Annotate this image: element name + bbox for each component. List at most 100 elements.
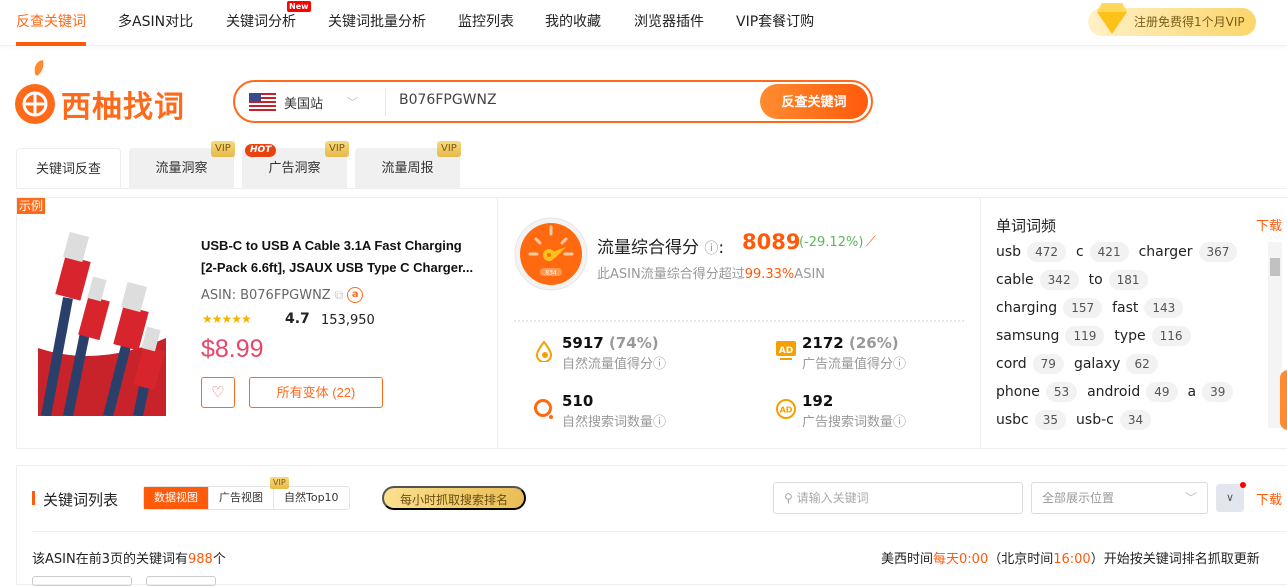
nav-monitor[interactable]: 监控列表 (458, 11, 514, 31)
word-item[interactable]: charger 367 (1139, 242, 1238, 262)
favorite-button[interactable]: ♡ (201, 377, 235, 408)
word-item[interactable]: c 421 (1076, 242, 1129, 262)
metric-label: 广告流量值得分 (802, 357, 894, 372)
new-badge: New (287, 1, 311, 12)
word-count: 62 (1126, 354, 1158, 374)
score-value: 8089 (742, 230, 801, 254)
trend-chart-icon[interactable]: ⟋ (866, 234, 876, 250)
nav-batch-analysis[interactable]: 关键词批量分析 (328, 11, 426, 31)
word: to (1088, 272, 1103, 288)
nav-vip[interactable]: VIP套餐订购 (736, 11, 814, 31)
word-item[interactable]: android 49 (1087, 382, 1178, 402)
word-item[interactable]: usb-c 34 (1076, 410, 1152, 430)
hourly-rank-button[interactable]: 每小时抓取搜索排名 (382, 486, 526, 510)
placeholder: 请输入关键词 (796, 491, 869, 505)
word-item[interactable]: cable 342 (996, 270, 1079, 290)
word-item[interactable]: usb 472 (996, 242, 1066, 262)
asin-search-input[interactable] (399, 92, 759, 108)
metric-label: 自然搜索词数量 (562, 415, 654, 430)
word-count: 181 (1108, 270, 1148, 290)
help-icon[interactable]: ⓘ (704, 241, 718, 257)
score-percentile: 此ASIN流量综合得分超过99.33%ASIN (597, 263, 825, 282)
word-frequency-row: phone 53 android 49 a 39 (996, 382, 1234, 402)
expand-button[interactable]: ∨ (1216, 484, 1244, 512)
word-count: 367 (1198, 242, 1238, 262)
word: c (1075, 244, 1084, 260)
search-icon: ⚲ (784, 491, 793, 505)
word: a (1187, 384, 1197, 400)
word-item[interactable]: phone 53 (996, 382, 1078, 402)
word-frequency-row: usb 472 c 421 charger 367 (996, 242, 1238, 262)
asin-label: ASIN: (201, 287, 237, 303)
side-float-button[interactable] (1280, 370, 1287, 430)
scrollbar-thumb[interactable] (1270, 258, 1280, 276)
nav-keyword-analysis[interactable]: 关键词分析 (226, 11, 296, 31)
count-suffix: 个 (212, 552, 226, 567)
notification-dot (1240, 482, 1246, 488)
word-item[interactable]: type 116 (1114, 326, 1191, 346)
word-frequency-title: 单词词频 (996, 217, 1057, 235)
site-select[interactable]: 美国站 ﹀ (249, 92, 358, 112)
word-frequency-download[interactable]: 下载 (1256, 215, 1282, 234)
reverse-search-button[interactable]: 反查关键词 (760, 84, 868, 119)
view-data[interactable]: 数据视图 (144, 487, 209, 509)
metric-value: 2172 (802, 334, 844, 352)
word-item[interactable]: to 181 (1089, 270, 1148, 290)
vip-promo-button[interactable]: 注册免费得1个月VIP (1088, 3, 1256, 36)
word-frequency-row: cable 342 to 181 (996, 270, 1148, 290)
hot-badge: HOT (245, 144, 277, 157)
keyword-search-input[interactable]: ⚲ 请输入关键词 (773, 482, 1023, 514)
word-item[interactable]: usbc 35 (996, 410, 1067, 430)
nav-plugin[interactable]: 浏览器插件 (634, 11, 704, 31)
word-count: 35 (1034, 410, 1067, 430)
speedometer-icon: 834 (514, 217, 588, 291)
ad-search-icon: AD (776, 399, 796, 419)
word-item[interactable]: fast 143 (1112, 298, 1184, 318)
keyword-count-text: 该ASIN在前3页的关键词有988个 (32, 548, 226, 567)
word-count: 116 (1151, 326, 1191, 346)
word-count: 143 (1144, 298, 1184, 318)
divider (32, 531, 1287, 532)
svg-text:AD: AD (780, 406, 793, 415)
drop-icon (535, 340, 553, 362)
update-schedule: 美西时间每天0:00（北京时间16:00）开始按关键词排名抓取更新 (881, 548, 1260, 567)
score-label: 流量综合得分 ⓘ: (597, 238, 725, 258)
keyword-list-title: 关键词列表 (43, 491, 119, 509)
position-select[interactable]: 全部展示位置 ﹀ (1031, 482, 1208, 514)
keyword-download[interactable]: 下载 (1256, 489, 1282, 508)
review-count: 153,950 (321, 313, 375, 328)
all-variants-button[interactable]: 所有变体 (22) (249, 377, 383, 408)
filter-button[interactable] (146, 576, 216, 586)
sched-part: ）开始按关键词排名抓取更新 (1090, 552, 1260, 567)
filter-button[interactable] (32, 576, 132, 586)
product-image[interactable] (38, 228, 166, 416)
nav-multi-asin[interactable]: 多ASIN对比 (118, 11, 193, 31)
word-frequency-row: cord 79 galaxy 62 (996, 354, 1158, 374)
word-item[interactable]: a 39 (1188, 382, 1234, 402)
score-change: (-29.12%) (799, 235, 864, 250)
copy-icon[interactable]: ⧉ (335, 288, 344, 303)
view-ad[interactable]: 广告视图 (209, 487, 274, 509)
view-organic-top10[interactable]: 自然Top10 (274, 487, 349, 509)
vip-badge: VIP (270, 477, 289, 489)
product-title[interactable]: USB-C to USB A Cable 3.1A Fast Charging … (201, 235, 501, 279)
nav-reverse-keyword[interactable]: 反查关键词 (16, 11, 86, 31)
divider (497, 198, 498, 448)
amazon-icon[interactable]: a (347, 287, 364, 303)
tab-keyword-reverse[interactable]: 关键词反查 (16, 148, 121, 188)
word-item[interactable]: charging 157 (996, 298, 1103, 318)
ad-icon: AD (776, 341, 796, 360)
view-switcher: 数据视图 广告视图 自然Top10 (143, 486, 350, 510)
word-count: 34 (1119, 410, 1152, 430)
word-item[interactable]: samsung 119 (996, 326, 1105, 346)
word-item[interactable]: cord 79 (996, 354, 1064, 374)
ad-keyword-count: 192 广告搜索词数量ⓘ (802, 392, 907, 430)
logo[interactable]: 西柚找词 (15, 60, 184, 130)
nav-favorites[interactable]: 我的收藏 (545, 11, 601, 31)
word-item[interactable]: galaxy 62 (1074, 354, 1158, 374)
organic-traffic-score: 5917 (74%) 自然流量值得分ⓘ (562, 334, 667, 372)
word: usbc (996, 412, 1029, 428)
vip-promo-text: 注册免费得1个月VIP (1134, 15, 1245, 29)
search-icon (534, 399, 553, 419)
example-tag: 示例 (17, 198, 46, 214)
